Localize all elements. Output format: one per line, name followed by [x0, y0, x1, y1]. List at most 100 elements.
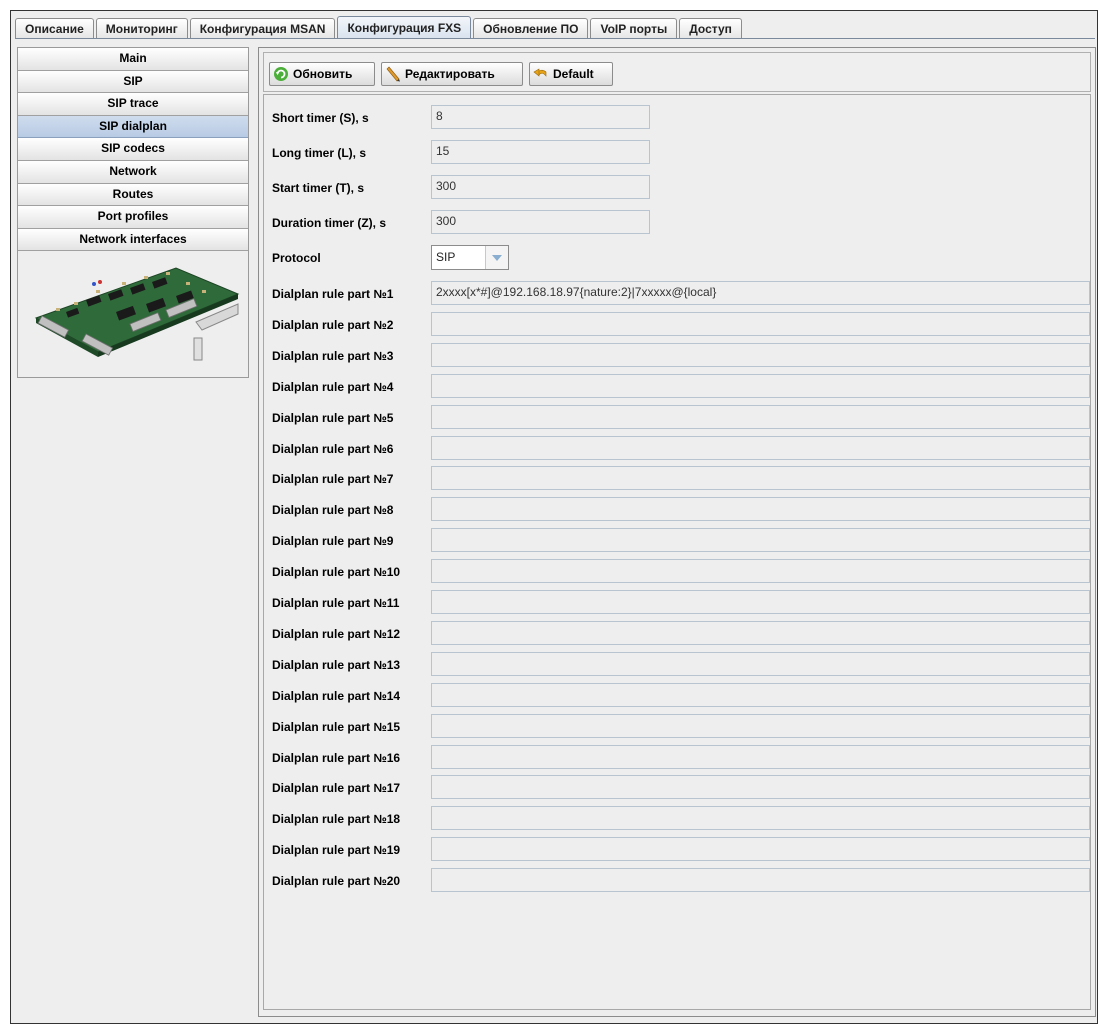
sidebar-item-port-profiles[interactable]: Port profiles — [18, 206, 248, 229]
dialplan-rule-label: Dialplan rule part №10 — [272, 565, 401, 580]
undo-icon — [533, 68, 547, 77]
dialplan-rule-row: Dialplan rule part №9 — [264, 528, 1090, 553]
edit-label: Редактировать — [405, 67, 495, 81]
tab-access[interactable]: Доступ — [679, 18, 742, 38]
dialplan-rule-field[interactable] — [431, 342, 1090, 367]
refresh-label: Обновить — [293, 67, 353, 81]
dialplan-rule-label: Dialplan rule part №6 — [272, 441, 394, 456]
start-timer-label: Start timer (T), s — [272, 181, 365, 195]
tab-msan-config[interactable]: Конфигурация MSAN — [189, 18, 336, 38]
short-timer-label: Short timer (S), s — [272, 111, 369, 125]
dialplan-rule-row: Dialplan rule part №19 — [264, 837, 1090, 862]
sidebar-item-network-interfaces[interactable]: Network interfaces — [18, 228, 248, 252]
dialplan-rule-field[interactable] — [431, 775, 1090, 800]
dialplan-rule-field[interactable] — [431, 868, 1090, 893]
duration-timer-label: Duration timer (Z), s — [272, 216, 387, 230]
dialplan-rule-field[interactable] — [431, 466, 1090, 491]
sidebar-item-network[interactable]: Network — [18, 160, 248, 184]
dialplan-rule-field[interactable] — [431, 620, 1090, 645]
dialplan-rule-label: Dialplan rule part №18 — [272, 812, 401, 827]
dialplan-rule-field[interactable]: 2xxxx[x*#]@192.168.18.97{nature:2}|7xxxx… — [431, 281, 1090, 305]
dialplan-rule-field[interactable] — [431, 651, 1090, 676]
tab-divider — [15, 38, 1095, 39]
dialplan-rule-row: Dialplan rule part №16 — [264, 744, 1090, 769]
tab-monitoring[interactable]: Мониторинг — [95, 18, 188, 38]
dialplan-rule-field[interactable] — [431, 528, 1090, 553]
sidebar-item-sip[interactable]: SIP — [18, 70, 248, 94]
dialplan-rule-row: Dialplan rule part №12 — [264, 620, 1090, 645]
dialplan-rule-label: Dialplan rule part №1 — [272, 287, 394, 301]
dialplan-rule-label: Dialplan rule part №4 — [272, 379, 394, 394]
duration-timer-field[interactable]: 300 — [431, 210, 650, 234]
dialplan-rule-label: Dialplan rule part №3 — [272, 348, 394, 363]
dialplan-rule-row: Dialplan rule part №14 — [264, 682, 1090, 707]
start-timer-field[interactable]: 300 — [431, 175, 650, 199]
dialplan-rule-label: Dialplan rule part №19 — [272, 843, 401, 858]
sidebar-item-routes[interactable]: Routes — [18, 183, 248, 207]
dialplan-rule-label: Dialplan rule part №7 — [272, 472, 394, 487]
long-timer-row: Long timer (L), s 15 — [264, 140, 1090, 164]
protocol-label: Protocol — [272, 251, 321, 265]
dialplan-rule-label: Dialplan rule part №16 — [272, 750, 401, 765]
dialplan-rule-row: Dialplan rule part №10 — [264, 559, 1090, 584]
long-timer-field[interactable]: 15 — [431, 140, 650, 164]
protocol-row: Protocol SIP — [264, 245, 1090, 270]
sidebar-item-sip-trace[interactable]: SIP trace — [18, 93, 248, 116]
dialplan-rule-label: Dialplan rule part №9 — [272, 534, 394, 549]
edit-button[interactable]: Редактировать — [381, 62, 523, 86]
dialplan-rule-field[interactable] — [431, 435, 1090, 460]
dialplan-rule-field[interactable] — [431, 806, 1090, 831]
dialplan-rule-row: Dialplan rule part №6 — [264, 435, 1090, 460]
dialplan-rule-label: Dialplan rule part №12 — [272, 626, 401, 641]
dialplan-rule-row: Dialplan rule part №3 — [264, 342, 1090, 367]
tab-firmware-update[interactable]: Обновление ПО — [473, 18, 589, 38]
sidebar-item-main[interactable]: Main — [18, 48, 248, 71]
dialplan-form: Short timer (S), s 8 Long timer (L), s 1… — [263, 94, 1091, 1010]
dialplan-rule-field[interactable] — [431, 404, 1090, 429]
dialplan-rule-row: Dialplan rule part №1 2xxxx[x*#]@192.168.… — [264, 281, 1090, 305]
dialplan-rule-label: Dialplan rule part №2 — [272, 317, 394, 332]
refresh-button[interactable]: Обновить — [269, 62, 375, 86]
dialplan-rule-label: Dialplan rule part №11 — [272, 596, 400, 610]
dialplan-rule-field[interactable] — [431, 682, 1090, 707]
chevron-down-icon[interactable] — [486, 246, 508, 269]
sidebar-item-sip-codecs[interactable]: SIP codecs — [18, 138, 248, 161]
pencil-icon — [386, 66, 400, 82]
dialplan-rule-row: Dialplan rule part №15 — [264, 713, 1090, 738]
toolbar: Обновить Редактировать Default — [263, 52, 1091, 92]
duration-timer-row: Duration timer (Z), s 300 — [264, 210, 1090, 234]
long-timer-label: Long timer (L), s — [272, 146, 366, 160]
dialplan-rule-label: Dialplan rule part №15 — [272, 719, 401, 734]
dialplan-rule-field[interactable] — [431, 590, 1090, 614]
dialplan-rule-field[interactable] — [431, 559, 1090, 584]
tab-fxs-config[interactable]: Конфигурация FXS — [337, 16, 472, 38]
dialplan-rule-field[interactable] — [431, 713, 1090, 738]
dialplan-rule-row: Dialplan rule part №13 — [264, 651, 1090, 676]
dialplan-rule-field[interactable] — [431, 373, 1090, 398]
dialplan-rule-row: Dialplan rule part №17 — [264, 775, 1090, 800]
dialplan-rule-row: Dialplan rule part №8 — [264, 497, 1090, 522]
sidebar-item-sip-dialplan[interactable]: SIP dialplan — [18, 115, 248, 139]
dialplan-rule-label: Dialplan rule part №20 — [272, 874, 401, 889]
dialplan-rule-label: Dialplan rule part №5 — [272, 410, 394, 425]
dialplan-rule-field[interactable] — [431, 311, 1090, 336]
config-panel: Обновить Редактировать Default Short tim… — [258, 47, 1096, 1017]
start-timer-row: Start timer (T), s 300 — [264, 175, 1090, 199]
default-label: Default — [553, 67, 594, 81]
dialplan-rule-field[interactable] — [431, 497, 1090, 522]
dialplan-rule-label: Dialplan rule part №8 — [272, 503, 394, 518]
short-timer-row: Short timer (S), s 8 — [264, 105, 1090, 129]
dialplan-rule-row: Dialplan rule part №11 — [264, 590, 1090, 614]
protocol-select[interactable]: SIP — [431, 245, 509, 270]
tab-voip-ports[interactable]: VoIP порты — [590, 18, 678, 38]
dialplan-rule-field[interactable] — [431, 744, 1090, 769]
protocol-value: SIP — [432, 246, 486, 269]
dialplan-rule-row: Dialplan rule part №7 — [264, 466, 1090, 491]
dialplan-rule-label: Dialplan rule part №17 — [272, 781, 401, 796]
default-button[interactable]: Default — [529, 62, 613, 86]
tab-description[interactable]: Описание — [15, 18, 94, 38]
short-timer-field[interactable]: 8 — [431, 105, 650, 129]
dialplan-rule-row: Dialplan rule part №2 — [264, 311, 1090, 336]
refresh-icon — [274, 67, 288, 81]
dialplan-rule-field[interactable] — [431, 837, 1090, 862]
